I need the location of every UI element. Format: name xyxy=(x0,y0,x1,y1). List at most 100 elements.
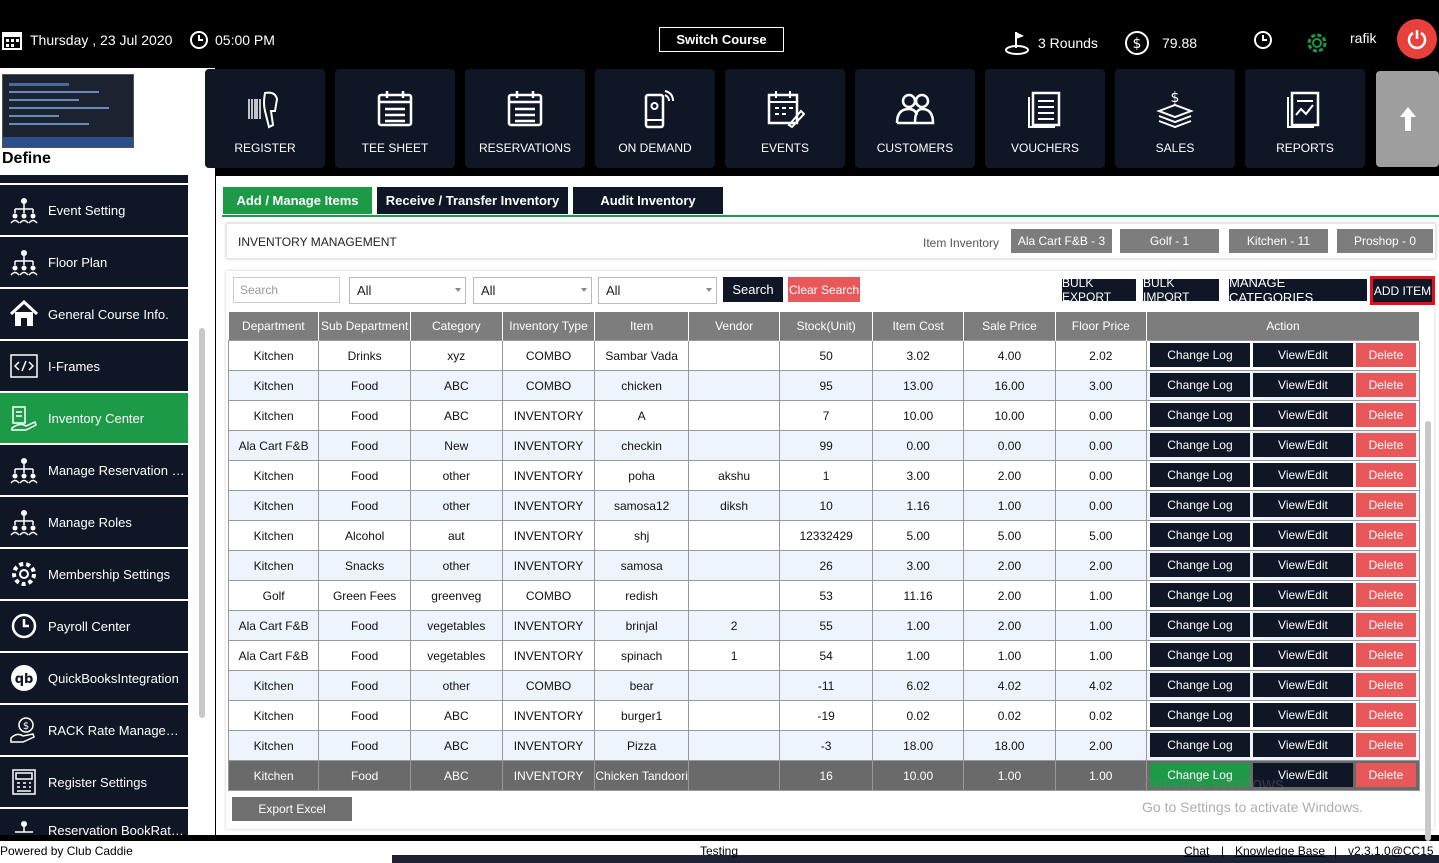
col-item[interactable]: Item xyxy=(594,312,689,341)
delete-button[interactable]: Delete xyxy=(1355,733,1416,757)
col-sale-price[interactable]: Sale Price xyxy=(963,312,1056,341)
view-edit-button[interactable]: View/Edit xyxy=(1252,523,1353,547)
table-row[interactable]: Ala Cart F&B Food vegetables INVENTORY brinj… xyxy=(227,610,1421,641)
delete-button[interactable]: Delete xyxy=(1355,553,1416,577)
delete-button[interactable]: Delete xyxy=(1355,583,1416,607)
sidebar-item-i-frames[interactable]: I-Frames xyxy=(0,341,188,391)
view-edit-button[interactable]: View/Edit xyxy=(1252,643,1353,667)
table-row[interactable]: Kitchen Food ABC INVENTORY burger1 -19 0.02 0.0… xyxy=(227,700,1421,731)
delete-button[interactable]: Delete xyxy=(1355,643,1416,667)
add-item-button[interactable]: ADD ITEM xyxy=(1370,276,1435,305)
col-category[interactable]: Category xyxy=(410,312,503,341)
change-log-button[interactable]: Change Log xyxy=(1149,583,1250,607)
col-sub-department[interactable]: Sub Department xyxy=(318,312,411,341)
table-row[interactable]: Kitchen Food ABC INVENTORY A 7 10.00 10.00 0.00 C… xyxy=(227,400,1421,431)
delete-button[interactable]: Delete xyxy=(1355,763,1416,787)
change-log-button[interactable]: Change Log xyxy=(1149,553,1250,577)
sidebar-item-reservation-bookrate[interactable]: Reservation BookRate... xyxy=(0,809,188,835)
view-edit-button[interactable]: View/Edit xyxy=(1252,613,1353,637)
view-edit-button[interactable]: View/Edit xyxy=(1252,433,1353,457)
nav-register[interactable]: REGISTER xyxy=(205,69,325,168)
change-log-button[interactable]: Change Log xyxy=(1149,493,1250,517)
change-log-button[interactable]: Change Log xyxy=(1149,403,1250,427)
bulk-import-button[interactable]: BULK IMPORT xyxy=(1143,276,1219,304)
nav-customers[interactable]: CUSTOMERS xyxy=(855,69,975,168)
category-select[interactable]: All xyxy=(473,277,592,304)
tab-add-manage-items[interactable]: Add / Manage Items xyxy=(223,187,372,214)
delete-button[interactable]: Delete xyxy=(1355,463,1416,487)
settings-button[interactable] xyxy=(1304,30,1330,56)
sidebar-item-inventory-center[interactable]: Inventory Center xyxy=(0,393,188,443)
delete-button[interactable]: Delete xyxy=(1355,673,1416,697)
sidebar-item-quickbooks[interactable]: qb QuickBooksIntegration xyxy=(0,653,188,703)
sidebar-item-payroll-center[interactable]: Payroll Center xyxy=(0,601,188,651)
search-button[interactable]: Search xyxy=(723,277,783,302)
view-edit-button[interactable]: View/Edit xyxy=(1252,553,1353,577)
table-row[interactable]: Kitchen Snacks other INVENTORY samosa 26 3.00 2… xyxy=(227,550,1421,581)
delete-button[interactable]: Delete xyxy=(1355,703,1416,727)
sidebar-item-membership-settings[interactable]: Membership Settings xyxy=(0,549,188,599)
table-row[interactable]: Ala Cart F&B Food New INVENTORY checkin 99 0.0… xyxy=(227,430,1421,461)
delete-button[interactable]: Delete xyxy=(1355,373,1416,397)
nav-sales[interactable]: $ SALES xyxy=(1115,69,1235,168)
delete-button[interactable]: Delete xyxy=(1355,403,1416,427)
change-log-button[interactable]: Change Log xyxy=(1149,643,1250,667)
sidebar-item-manage-roles[interactable]: Manage Roles xyxy=(0,497,188,547)
sidebar-item-floor-plan[interactable]: Floor Plan xyxy=(0,237,188,287)
nav-vouchers[interactable]: VOUCHERS xyxy=(985,69,1105,168)
tab-audit-inventory[interactable]: Audit Inventory xyxy=(573,187,723,214)
view-edit-button[interactable]: View/Edit xyxy=(1252,403,1353,427)
logout-button[interactable] xyxy=(1397,19,1437,59)
change-log-button[interactable]: Change Log xyxy=(1149,343,1250,367)
view-edit-button[interactable]: View/Edit xyxy=(1252,343,1353,367)
nav-tee-sheet[interactable]: TEE SHEET xyxy=(335,69,455,168)
search-input[interactable]: Search xyxy=(233,277,340,303)
view-edit-button[interactable]: View/Edit xyxy=(1252,493,1353,517)
user-name[interactable]: rafik xyxy=(1350,30,1376,46)
delete-button[interactable]: Delete xyxy=(1355,523,1416,547)
col-floor-price[interactable]: Floor Price xyxy=(1055,312,1147,341)
col-item-cost[interactable]: Item Cost xyxy=(872,312,965,341)
table-row[interactable]: Kitchen Food ABC INVENTORY Pizza -3 18.00 18.00… xyxy=(227,730,1421,761)
table-row[interactable]: Golf Green Fees greenveg COMBO redish 53 11.16… xyxy=(227,580,1421,611)
change-log-button[interactable]: Change Log xyxy=(1149,373,1250,397)
type-select[interactable]: All xyxy=(598,277,717,304)
chip-ala-cart[interactable]: Ala Cart F&B - 3 xyxy=(1011,229,1112,253)
nav-on-demand[interactable]: ON DEMAND xyxy=(595,69,715,168)
sidebar-item-general-course-info[interactable]: General Course Info. xyxy=(0,289,188,339)
chat-link[interactable]: Chat xyxy=(1184,844,1209,858)
col-stock[interactable]: Stock(Unit) xyxy=(779,312,873,341)
change-log-button[interactable]: Change Log xyxy=(1149,433,1250,457)
change-log-button[interactable]: Change Log xyxy=(1149,673,1250,697)
table-row[interactable]: Kitchen Alcohol aut INVENTORY shj 12332429 5.0… xyxy=(227,520,1421,551)
delete-button[interactable]: Delete xyxy=(1355,613,1416,637)
change-log-button[interactable]: Change Log xyxy=(1149,523,1250,547)
view-edit-button[interactable]: View/Edit xyxy=(1252,673,1353,697)
sidebar-item-rack-rate[interactable]: $ RACK Rate Manageme... xyxy=(0,705,188,755)
view-edit-button[interactable]: View/Edit xyxy=(1252,733,1353,757)
scroll-up-button[interactable] xyxy=(1376,71,1439,167)
view-edit-button[interactable]: View/Edit xyxy=(1252,373,1353,397)
table-row[interactable]: Kitchen Food other COMBO bear -11 6.02 4.02 4.02… xyxy=(227,670,1421,701)
change-log-button[interactable]: Change Log xyxy=(1149,733,1250,757)
nav-events[interactable]: EVENTS xyxy=(725,69,845,168)
view-edit-button[interactable]: View/Edit xyxy=(1252,463,1353,487)
table-row[interactable]: Kitchen Food ABC COMBO chicken 95 13.00 16.00 3.… xyxy=(227,370,1421,401)
change-log-button[interactable]: Change Log xyxy=(1149,613,1250,637)
change-log-button[interactable]: Change Log xyxy=(1149,703,1250,727)
table-scrollbar[interactable] xyxy=(1425,421,1431,841)
delete-button[interactable]: Delete xyxy=(1355,493,1416,517)
delete-button[interactable]: Delete xyxy=(1355,343,1416,367)
table-row[interactable]: Ala Cart F&B Food vegetables INVENTORY spina… xyxy=(227,640,1421,671)
view-edit-button[interactable]: View/Edit xyxy=(1252,583,1353,607)
chip-proshop[interactable]: Proshop - 0 xyxy=(1337,229,1433,253)
delete-button[interactable]: Delete xyxy=(1355,433,1416,457)
switch-course-button[interactable]: Switch Course xyxy=(659,27,784,52)
view-edit-button[interactable]: View/Edit xyxy=(1252,703,1353,727)
bulk-export-button[interactable]: BULK EXPORT xyxy=(1062,276,1136,304)
col-department[interactable]: Department xyxy=(228,312,320,341)
tab-receive-transfer[interactable]: Receive / Transfer Inventory xyxy=(377,187,568,214)
department-select[interactable]: All xyxy=(349,277,466,304)
table-row[interactable]: Kitchen Food other INVENTORY poha akshu 1 3.00 2… xyxy=(227,460,1421,491)
nav-reservations[interactable]: RESERVATIONS xyxy=(465,69,585,168)
